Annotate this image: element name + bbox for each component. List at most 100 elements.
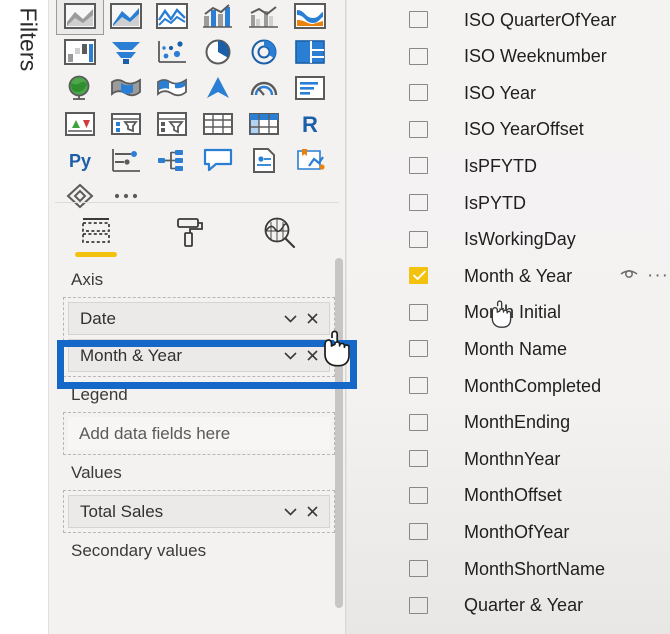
field-checkbox[interactable] bbox=[409, 377, 428, 394]
visualizations-pane-scrollbar[interactable] bbox=[335, 258, 343, 608]
field-checkbox[interactable] bbox=[409, 523, 428, 541]
field-list-item[interactable]: Month & Year ··· bbox=[347, 258, 670, 294]
filled-map-icon[interactable] bbox=[103, 70, 149, 106]
shape-map-icon[interactable] bbox=[149, 70, 195, 106]
remove-field-icon[interactable] bbox=[301, 308, 323, 330]
gauge-icon[interactable] bbox=[241, 70, 287, 106]
format-visual-tab[interactable] bbox=[165, 213, 211, 257]
legend-well-dropzone[interactable]: Add data fields here bbox=[63, 412, 335, 455]
svg-text:Py: Py bbox=[69, 151, 91, 171]
field-checkbox[interactable] bbox=[409, 303, 428, 321]
field-checkbox[interactable] bbox=[409, 560, 428, 577]
decomposition-tree-icon[interactable] bbox=[149, 142, 195, 178]
field-list-item-label: MonthShortName bbox=[464, 558, 606, 579]
line-and-clustered-column-chart-icon[interactable] bbox=[241, 0, 287, 34]
field-chip[interactable]: Month & Year bbox=[68, 339, 330, 372]
field-list-item[interactable]: ISO Year bbox=[347, 75, 670, 111]
stacked-area-chart-icon[interactable] bbox=[56, 0, 104, 35]
field-list-item[interactable]: ISO QuarterOfYear bbox=[347, 2, 670, 38]
field-checkbox[interactable] bbox=[409, 47, 428, 65]
field-list-item-label: MonthOfYear bbox=[464, 521, 570, 542]
eye-icon[interactable] bbox=[619, 267, 639, 286]
field-list-item[interactable]: ISO YearOffset bbox=[347, 112, 670, 148]
python-visual-icon[interactable]: Py bbox=[57, 142, 103, 178]
matrix-icon[interactable] bbox=[241, 106, 287, 142]
analytics-tab[interactable] bbox=[257, 213, 303, 257]
axis-well-dropzone[interactable]: Date Month & Year bbox=[63, 297, 335, 377]
field-list-item-label: ISO Year bbox=[464, 82, 537, 103]
field-list-item[interactable]: Month Name bbox=[347, 331, 670, 367]
field-checkbox[interactable] bbox=[409, 230, 428, 248]
paint-roller-icon bbox=[177, 218, 203, 247]
multi-row-card-icon[interactable] bbox=[57, 106, 103, 142]
field-list-item-label: Month Initial bbox=[464, 302, 562, 323]
field-list-item-label: MonthnYear bbox=[464, 448, 561, 469]
map-icon[interactable] bbox=[57, 70, 103, 106]
field-list-item-label: IsPYTD bbox=[464, 192, 527, 213]
chevron-down-icon[interactable] bbox=[279, 308, 301, 330]
field-list-item-label: Month Name bbox=[464, 338, 568, 359]
values-well-dropzone[interactable]: Total Sales bbox=[63, 490, 335, 533]
field-list-item[interactable]: IsWorkingDay bbox=[347, 222, 670, 258]
paginated-report-icon[interactable] bbox=[287, 142, 333, 178]
filters-pane-collapsed[interactable]: Filters bbox=[0, 0, 48, 634]
ribbon-chart-icon[interactable] bbox=[287, 0, 333, 34]
field-list-item[interactable]: MonthEnding bbox=[347, 405, 670, 441]
line-and-stacked-column-chart-icon[interactable] bbox=[195, 0, 241, 34]
field-checkbox[interactable] bbox=[409, 450, 428, 468]
scatter-chart-icon[interactable] bbox=[149, 34, 195, 70]
more-options-icon[interactable]: ··· bbox=[647, 266, 669, 285]
area-chart-icon[interactable] bbox=[103, 0, 149, 34]
pie-chart-icon[interactable] bbox=[195, 34, 241, 70]
kpi-icon[interactable] bbox=[103, 106, 149, 142]
treemap-icon[interactable] bbox=[287, 34, 333, 70]
field-list-item-label: Quarter & Year bbox=[464, 595, 584, 616]
field-checkbox[interactable] bbox=[409, 11, 428, 28]
field-list-item[interactable]: MonthShortName bbox=[347, 551, 670, 587]
field-list-item[interactable]: Month Initial bbox=[347, 295, 670, 331]
visualizations-pane: R Py Axis Date Month & Year Legend Add d… bbox=[48, 0, 346, 634]
arcgis-map-icon[interactable] bbox=[195, 70, 241, 106]
key-influencers-icon[interactable] bbox=[103, 142, 149, 178]
funnel-chart-icon[interactable] bbox=[103, 34, 149, 70]
field-list-item[interactable]: MonthnYear bbox=[347, 441, 670, 477]
field-list-item[interactable]: Quarter & Year bbox=[347, 588, 670, 624]
field-list-item[interactable]: ISO Weeknumber bbox=[347, 39, 670, 75]
build-visual-tab[interactable] bbox=[73, 213, 119, 257]
line-chart-icon[interactable] bbox=[149, 0, 195, 34]
field-checkbox[interactable] bbox=[409, 120, 428, 138]
field-checkbox[interactable] bbox=[409, 486, 428, 504]
field-list-item[interactable]: IsPYTD bbox=[347, 185, 670, 221]
field-checkbox[interactable] bbox=[409, 413, 428, 431]
qna-visual-icon[interactable] bbox=[195, 142, 241, 178]
field-checkbox[interactable] bbox=[409, 596, 428, 614]
smart-narrative-icon[interactable] bbox=[241, 142, 287, 178]
field-checkbox[interactable] bbox=[409, 84, 428, 102]
field-row-actions: ··· bbox=[619, 266, 669, 286]
field-checkbox[interactable] bbox=[409, 340, 428, 358]
visualizations-tabstrip bbox=[49, 208, 345, 262]
chevron-down-icon[interactable] bbox=[279, 501, 301, 523]
field-list-item[interactable]: MonthOfYear bbox=[347, 514, 670, 550]
field-chip[interactable]: Total Sales bbox=[68, 495, 330, 528]
remove-field-icon[interactable] bbox=[301, 345, 323, 367]
waterfall-chart-icon[interactable] bbox=[57, 34, 103, 70]
field-chip[interactable]: Date bbox=[68, 302, 330, 335]
field-checkbox-checked[interactable] bbox=[409, 267, 428, 285]
remove-field-icon[interactable] bbox=[301, 501, 323, 523]
chevron-down-icon[interactable] bbox=[279, 345, 301, 367]
analytics-magnifier-icon bbox=[264, 217, 296, 249]
slicer-icon[interactable] bbox=[149, 106, 195, 142]
field-checkbox[interactable] bbox=[409, 194, 428, 211]
field-list-item[interactable]: MonthCompleted bbox=[347, 368, 670, 404]
card-icon[interactable] bbox=[287, 70, 333, 106]
table-icon[interactable] bbox=[195, 106, 241, 142]
field-list-item[interactable]: IsPFYTD bbox=[347, 148, 670, 184]
active-tab-underline bbox=[75, 252, 117, 257]
field-list-item[interactable]: MonthOffset bbox=[347, 478, 670, 514]
r-script-visual-icon[interactable]: R bbox=[287, 106, 333, 142]
field-checkbox[interactable] bbox=[409, 157, 428, 175]
field-list-item-label: Month & Year bbox=[464, 265, 573, 286]
donut-chart-icon[interactable] bbox=[241, 34, 287, 70]
fields-pane: ISO QuarterOfYear ISO Weeknumber ISO Year I… bbox=[346, 0, 670, 634]
